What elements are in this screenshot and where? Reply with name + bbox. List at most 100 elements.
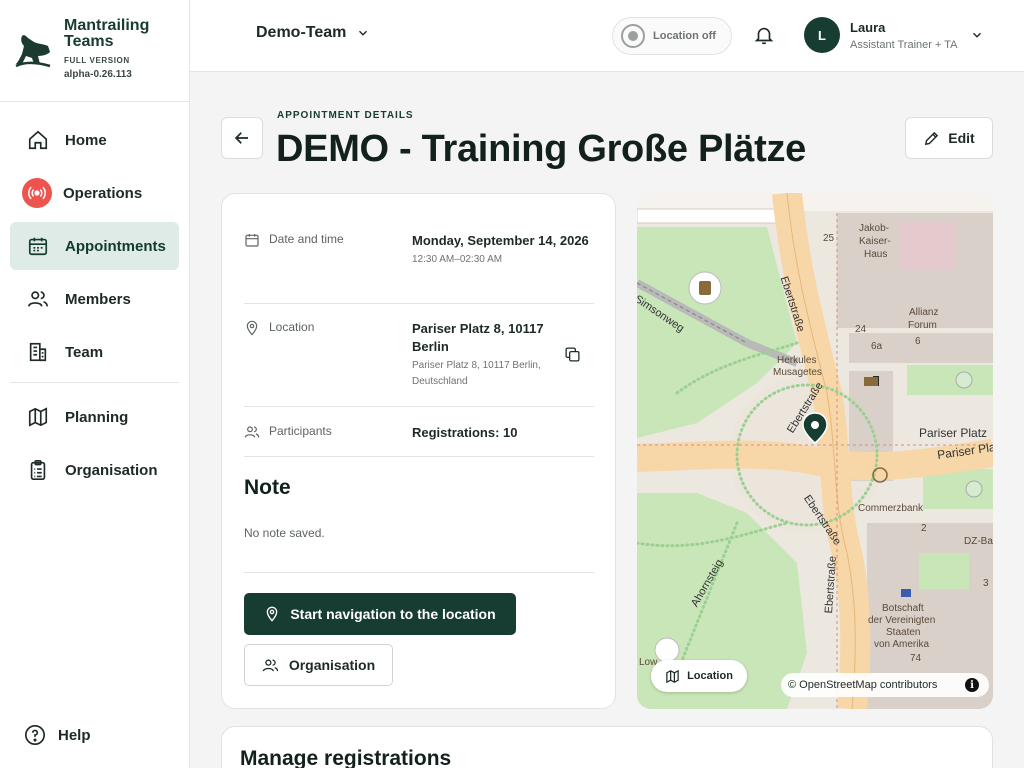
map-location-button[interactable]: Location <box>651 660 747 692</box>
map-pin-icon <box>246 320 258 336</box>
organisation-button[interactable]: Organisation <box>244 644 393 686</box>
map-label: DZ-Ba <box>964 536 993 547</box>
sidebar-item-operations[interactable]: Operations <box>10 169 179 217</box>
sidebar-item-appointments[interactable]: Appointments <box>10 222 179 270</box>
sidebar-item-planning[interactable]: Planning <box>10 393 179 441</box>
map-label: 3 <box>983 578 989 589</box>
pencil-icon <box>925 131 939 145</box>
divider <box>244 456 594 457</box>
note-text: No note saved. <box>244 526 325 540</box>
sidebar-item-team[interactable]: Team <box>10 328 179 376</box>
clipboard-icon <box>26 458 50 482</box>
user-role: Assistant Trainer + TA <box>850 38 958 51</box>
topbar: Demo-Team Location off L Laura Assistant… <box>190 0 1024 72</box>
brand-name: Mantrailing Teams <box>64 17 150 50</box>
sidebar-item-label: Appointments <box>65 237 166 255</box>
users-icon <box>262 659 279 671</box>
map-label: Jakob- <box>859 223 890 234</box>
map-label: 74 <box>910 653 922 664</box>
appointment-time: 12:30 AM–02:30 AM <box>412 254 503 265</box>
sidebar-item-home[interactable]: Home <box>10 116 179 164</box>
participants-label: Participants <box>269 424 332 438</box>
users-icon <box>26 287 50 311</box>
map-label: von Amerika <box>874 639 930 650</box>
sidebar-item-organisation[interactable]: Organisation <box>10 446 179 494</box>
home-icon <box>26 128 50 152</box>
start-navigation-button[interactable]: Start navigation to the location <box>244 593 516 635</box>
copy-address-button[interactable] <box>564 346 581 368</box>
registrations-count: Registrations: 10 <box>412 425 518 440</box>
manage-registrations-card: Manage registrations <box>221 726 993 768</box>
map-label: Herkules <box>777 355 817 366</box>
avatar: L <box>804 17 840 53</box>
users-icon <box>244 426 260 438</box>
sidebar-item-label: Team <box>65 343 104 361</box>
map-label: Allianz <box>909 307 939 318</box>
organisation-label: Organisation <box>288 657 376 673</box>
location-label: Location <box>269 320 315 334</box>
map-icon <box>26 405 50 429</box>
help-label: Help <box>58 726 91 744</box>
page-title: DEMO - Training Große Plätze <box>276 128 807 170</box>
datetime-label: Date and time <box>269 232 344 246</box>
divider <box>244 406 594 407</box>
map-label: Forum <box>908 320 937 331</box>
location-status-text: Location off <box>653 30 716 42</box>
sidebar-item-label: Organisation <box>65 461 158 479</box>
back-button[interactable] <box>221 117 263 159</box>
sidebar: Mantrailing Teams FULL VERSION alpha-0.2… <box>0 0 190 768</box>
user-menu[interactable]: L Laura Assistant Trainer + TA <box>804 17 984 53</box>
help-icon <box>25 725 45 745</box>
copy-icon <box>565 347 580 362</box>
attribution-text: © OpenStreetMap contributors <box>788 679 938 691</box>
main-nav: Home Operations Appointments Members Tea… <box>0 102 189 494</box>
brand-edition: FULL VERSION <box>64 56 130 65</box>
brand[interactable]: Mantrailing Teams FULL VERSION alpha-0.2… <box>0 0 189 102</box>
location-row: Location Pariser Platz 8, 10117 Berlin P… <box>244 320 594 390</box>
divider <box>244 572 594 573</box>
map-label: der Vereinigten <box>868 615 936 626</box>
arrow-left-icon <box>234 132 248 144</box>
appointment-details-card: Date and time Monday, September 14, 2026… <box>221 193 616 709</box>
map-label: 6 <box>915 336 921 347</box>
notifications-button[interactable] <box>753 24 775 51</box>
team-name: Demo-Team <box>256 24 347 41</box>
map-label: Haus <box>864 249 888 260</box>
map-label: Commerzbank <box>858 503 924 514</box>
building-icon <box>26 340 50 364</box>
edit-button[interactable]: Edit <box>905 117 993 159</box>
sidebar-item-label: Operations <box>63 184 143 202</box>
sidebar-item-members[interactable]: Members <box>10 275 179 323</box>
map-pin-icon <box>266 606 278 622</box>
map-label: 25 <box>823 233 835 244</box>
info-icon[interactable]: i <box>965 678 979 692</box>
start-navigation-label: Start navigation to the location <box>290 606 496 622</box>
map-attribution: © OpenStreetMap contributors i <box>781 673 989 697</box>
bell-icon <box>754 27 774 45</box>
map-label: Kaiser- <box>859 236 891 247</box>
broadcast-icon <box>22 178 52 208</box>
location-map[interactable]: Jakob- Kaiser- Haus 25 Allianz Forum 24 … <box>637 193 993 709</box>
map-label: 2 <box>921 523 927 534</box>
map-label: Staaten <box>886 627 921 638</box>
user-name: Laura <box>850 19 886 35</box>
sidebar-item-label: Home <box>65 131 107 149</box>
location-toggle[interactable]: Location off <box>612 17 732 55</box>
location-name: Pariser Platz 8, 10117 Berlin <box>412 321 544 354</box>
help-link[interactable]: Help <box>24 724 91 746</box>
datetime-row: Date and time Monday, September 14, 2026… <box>244 232 594 268</box>
calendar-icon <box>245 234 259 247</box>
dog-logo-icon <box>15 35 51 68</box>
appointment-date: Monday, September 14, 2026 <box>412 233 589 248</box>
nav-divider <box>10 382 179 383</box>
chevron-down-icon <box>972 32 981 38</box>
manage-registrations-heading: Manage registrations <box>240 747 452 768</box>
team-selector[interactable]: Demo-Team <box>256 24 370 42</box>
brand-build: alpha-0.26.113 <box>64 69 132 80</box>
location-status-icon <box>621 24 645 48</box>
map-label: Pariser Platz <box>919 426 988 440</box>
map-location-label: Location <box>687 670 733 682</box>
location-address: Pariser Platz 8, 10117 Berlin, Deutschla… <box>412 360 541 387</box>
page-eyebrow: APPOINTMENT DETAILS <box>277 110 414 121</box>
sidebar-item-label: Planning <box>65 408 129 426</box>
